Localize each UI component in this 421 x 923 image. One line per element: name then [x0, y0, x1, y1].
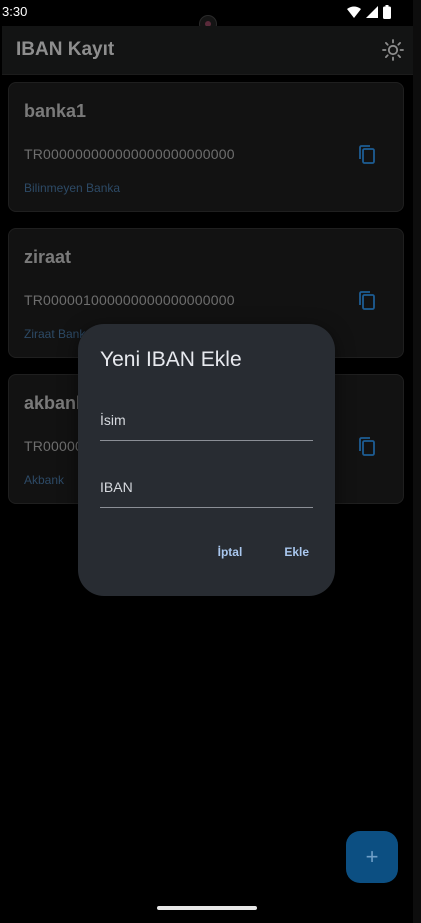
card-bank: Akbank	[24, 473, 65, 487]
dialog-actions: İptal Ekle	[214, 543, 313, 561]
device-bezel	[413, 0, 421, 923]
card-name: ziraat	[24, 247, 72, 267]
iban-input[interactable]	[100, 467, 313, 507]
gesture-bar[interactable]	[157, 906, 257, 910]
copy-icon[interactable]	[356, 435, 380, 459]
plus-icon: +	[365, 844, 379, 869]
screen: 3:30 IBAN Kayıt banka1 TR000000000000000…	[0, 0, 421, 923]
app-title: IBAN Kayıt	[16, 39, 115, 60]
cancel-button[interactable]: İptal	[214, 543, 247, 561]
add-button[interactable]: Ekle	[280, 543, 313, 561]
iban-field[interactable]	[100, 467, 313, 508]
brightness-icon[interactable]	[381, 38, 405, 62]
name-input[interactable]	[100, 400, 313, 440]
status-time: 3:30	[2, 4, 28, 19]
wifi-icon	[347, 6, 361, 18]
status-bar: 3:30	[0, 0, 421, 33]
iban-card[interactable]: banka1 TR000000000000000000000000 Bilinm…	[8, 82, 404, 212]
copy-icon[interactable]	[356, 289, 380, 313]
card-name: akbank	[24, 393, 87, 413]
battery-icon	[383, 5, 391, 19]
signal-icon	[366, 6, 378, 18]
status-icons	[347, 4, 391, 20]
dialog-title: Yeni IBAN Ekle	[100, 348, 242, 371]
app-bar: IBAN Kayıt	[2, 26, 413, 75]
card-bank: Bilinmeyen Banka	[24, 181, 121, 195]
card-name: banka1	[24, 101, 87, 121]
add-iban-dialog: Yeni IBAN Ekle İptal Ekle	[78, 324, 335, 596]
card-iban: TR000001000000000000000000	[24, 292, 235, 308]
copy-icon[interactable]	[356, 143, 380, 167]
name-field[interactable]	[100, 400, 313, 441]
add-iban-fab[interactable]: +	[346, 831, 398, 883]
card-iban: TR000000000000000000000000	[24, 146, 235, 162]
